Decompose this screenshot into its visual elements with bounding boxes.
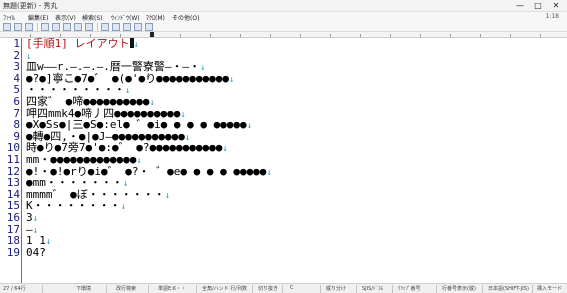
line-number-gutter: 1 2 3 4 5 6 7 8 9 10 11 12 13 14 15 16 1…	[0, 38, 22, 283]
status-docomo[interactable]: SJIS/ﾄﾞｺﾓ	[362, 285, 383, 292]
eol-icon: ↓	[222, 144, 228, 155]
line-number: 6	[13, 95, 20, 108]
macro-icon[interactable]	[134, 23, 142, 31]
menu-bar: ﾌｧｲﾙ 編集(E) 表示(V) 検索(S) ｳｨﾝﾄﾞｳ(W) ﾏｸﾛ(M) …	[0, 12, 567, 22]
status-c[interactable]: C	[290, 285, 294, 291]
status-divider	[482, 285, 483, 293]
title-bar: 無題(更新) - 秀丸 — □ ✕	[0, 0, 567, 12]
line-text: [手順1] レイアウト	[26, 38, 130, 50]
line-number: 16	[6, 211, 20, 224]
eol-icon: ↓	[228, 74, 235, 85]
eol-icon: ↓	[164, 190, 171, 201]
line-text: K・・・・・・・・	[26, 199, 121, 213]
copy-icon[interactable]	[52, 23, 60, 31]
window-title: 無題(更新) - 秀丸	[3, 2, 58, 10]
text-editor[interactable]: 1 2 3 4 5 6 7 8 9 10 11 12 13 14 15 16 1…	[0, 38, 567, 283]
maximize-button[interactable]: □	[531, 1, 545, 11]
replace-icon[interactable]	[112, 23, 120, 31]
settings-icon[interactable]	[145, 23, 153, 31]
eol-icon: ↓	[45, 237, 52, 248]
line-text: 04?	[26, 245, 46, 259]
paste-icon[interactable]	[63, 23, 71, 31]
status-width[interactable]: 全角/ハンド 行/列数	[202, 285, 247, 292]
toolbar-divider	[37, 23, 38, 31]
status-word[interactable]: 単語E:K・・	[158, 285, 186, 292]
status-divider	[282, 285, 283, 293]
eol-icon: ↓	[246, 121, 253, 132]
status-search[interactable]: 改行検索	[116, 285, 136, 292]
status-clip[interactable]: 切り抜き	[258, 285, 278, 292]
menu-file[interactable]: ﾌｧｲﾙ	[3, 13, 15, 22]
minimize-button[interactable]: —	[513, 1, 527, 11]
menu-view[interactable]: 表示(V)	[55, 13, 76, 22]
status-divider	[532, 285, 533, 293]
status-line-mode[interactable]: 行番号表示(縦)	[442, 285, 476, 292]
text-line[interactable]: [手順1] レイアウト ↓	[26, 38, 139, 52]
text-line[interactable]: 04?	[26, 245, 46, 259]
status-insert-mode[interactable]: 挿入モード	[537, 285, 562, 292]
status-divider	[106, 285, 107, 293]
menu-other[interactable]: その他(O)	[172, 13, 199, 22]
save-icon[interactable]	[25, 23, 33, 31]
eol-icon: ↓	[32, 214, 39, 224]
open-file-icon[interactable]	[14, 23, 22, 31]
status-divider	[252, 285, 253, 293]
status-divider	[42, 285, 43, 293]
eol-icon: ↓	[120, 202, 127, 213]
status-divider	[356, 285, 357, 293]
line-number: 11	[6, 153, 20, 166]
status-divider	[148, 285, 149, 293]
text-line[interactable]: K・・・・・・・・↓	[26, 200, 126, 214]
cursor-position: 1:18	[545, 13, 559, 20]
line-number: 1	[13, 38, 20, 50]
status-split[interactable]: 縦り分け	[326, 285, 346, 292]
close-button[interactable]: ✕	[549, 1, 563, 11]
status-environment[interactable]: 下環境	[76, 285, 91, 292]
eol-icon: ↓	[266, 167, 272, 178]
status-divider	[436, 285, 437, 293]
eol-icon: ↓	[133, 40, 139, 50]
menu-window[interactable]: ｳｨﾝﾄﾞｳ(W)	[111, 13, 140, 22]
status-line-count: 27 / 64行	[3, 286, 26, 292]
menu-search[interactable]: 検索(S)	[82, 13, 103, 22]
status-clipboard[interactable]: ｸﾘｯﾌﾟ番号	[398, 285, 421, 292]
status-divider	[392, 285, 393, 293]
status-divider	[320, 285, 321, 293]
line-number: 19	[6, 245, 20, 259]
menu-macro[interactable]: ﾏｸﾛ(M)	[146, 13, 165, 22]
grep-icon[interactable]	[123, 23, 131, 31]
undo-icon[interactable]	[74, 23, 82, 31]
redo-icon[interactable]	[85, 23, 93, 31]
find-icon[interactable]	[101, 23, 109, 31]
menu-edit[interactable]: 編集(E)	[28, 13, 48, 22]
toolbar-divider	[97, 23, 98, 31]
status-encoding[interactable]: 日本語(SHIFT-JIS)	[488, 285, 529, 292]
new-file-icon[interactable]	[3, 23, 11, 31]
status-divider	[196, 285, 197, 293]
cut-icon[interactable]	[41, 23, 49, 31]
status-bar: 27 / 64行 下環境 改行検索 単語E:K・・ 全角/ハンド 行/列数 切り…	[0, 283, 567, 293]
toolbar	[0, 22, 567, 32]
